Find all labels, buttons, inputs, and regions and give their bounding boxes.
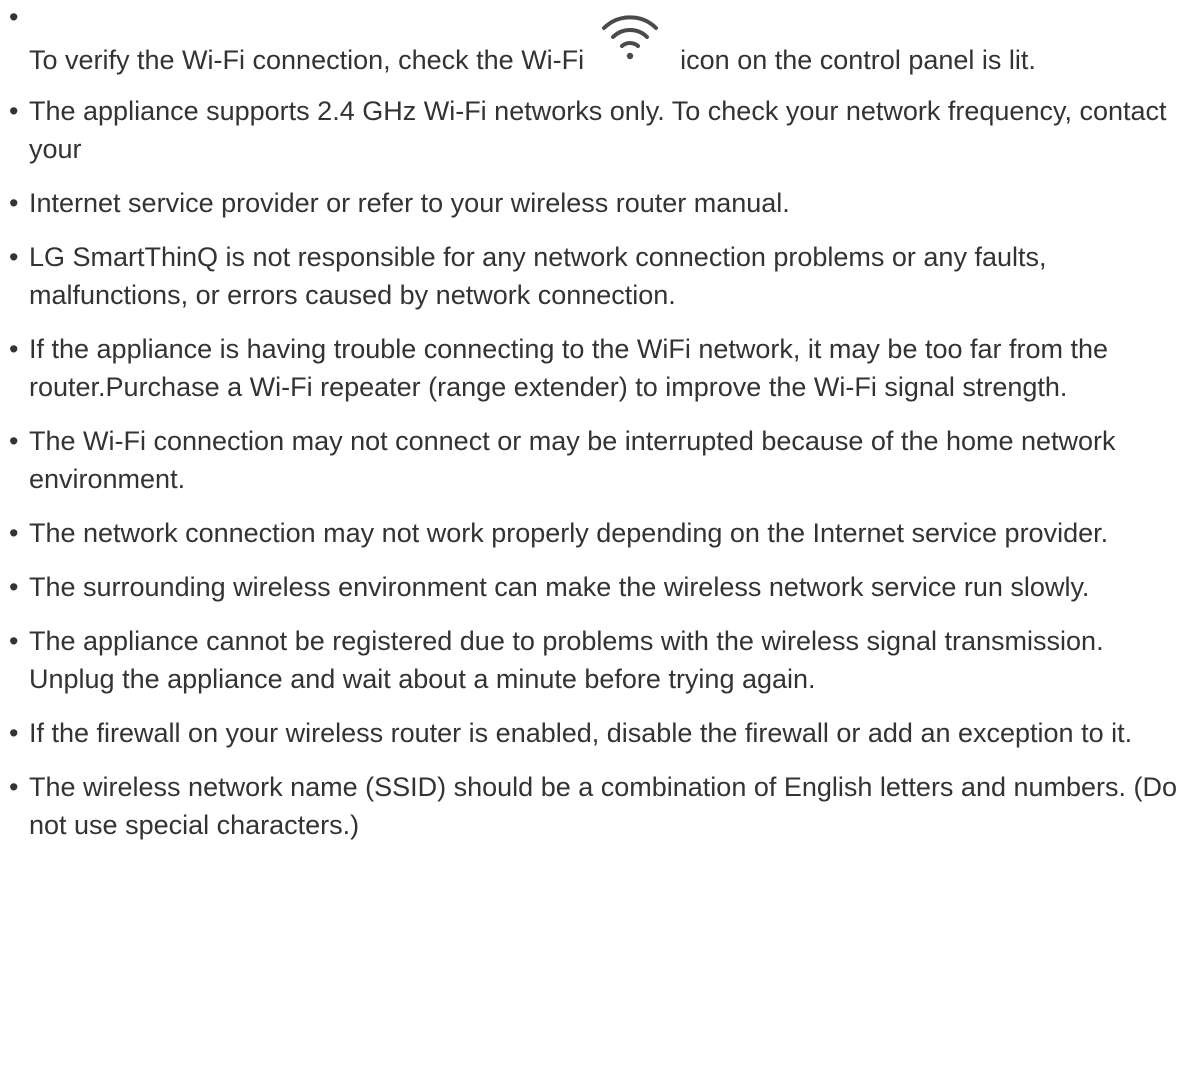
list-item-text: LG SmartThinQ is not responsible for any… xyxy=(29,242,1047,310)
list-item: • The network connection may not work pro… xyxy=(9,514,1189,552)
wifi-icon xyxy=(600,6,660,62)
list-item-text: The appliance cannot be registered due t… xyxy=(29,626,1104,694)
list-item: • The appliance cannot be registered due … xyxy=(9,622,1189,698)
list-item-text: The Wi-Fi connection may not connect or … xyxy=(29,426,1116,494)
bullet: • xyxy=(9,518,19,548)
list-item: • The Wi-Fi connection may not connect or… xyxy=(9,422,1189,498)
list-item: • The surrounding wireless environment ca… xyxy=(9,568,1189,606)
list-item-text: Internet service provider or refer to yo… xyxy=(29,188,790,218)
bullet: • xyxy=(9,572,19,602)
list-item-text: The wireless network name (SSID) should … xyxy=(29,772,1178,840)
first-item-text-after: icon on the control panel is lit. xyxy=(680,45,1036,75)
bullet: • xyxy=(9,96,19,126)
list-item: • If the firewall on your wireless router… xyxy=(9,714,1189,752)
bullet-list: • The appliance supports 2.4 GHz Wi-Fi ne… xyxy=(9,92,1189,860)
bullet: • xyxy=(9,334,19,364)
list-item-text: The surrounding wireless environment can… xyxy=(29,572,1090,602)
bullet: • xyxy=(9,242,19,272)
list-item-text: The appliance supports 2.4 GHz Wi-Fi net… xyxy=(29,96,1167,164)
list-item: • The appliance supports 2.4 GHz Wi-Fi ne… xyxy=(9,92,1189,168)
list-item: • LG SmartThinQ is not responsible for an… xyxy=(9,238,1189,314)
list-item: • The wireless network name (SSID) should… xyxy=(9,768,1189,844)
list-item-text: If the firewall on your wireless router … xyxy=(29,718,1133,748)
bullet: • xyxy=(9,2,19,32)
bullet: • xyxy=(9,626,19,656)
list-item: • If the appliance is having trouble conn… xyxy=(9,330,1189,406)
list-item: • Internet service provider or refer to y… xyxy=(9,184,1189,222)
first-list-item: To verify the Wi-Fi connection, check th… xyxy=(29,15,1036,76)
bullet: • xyxy=(9,718,19,748)
list-item-text: The network connection may not work prop… xyxy=(29,518,1109,548)
bullet: • xyxy=(9,188,19,218)
bullet: • xyxy=(9,772,19,802)
first-item-text-before: To verify the Wi-Fi connection, check th… xyxy=(29,45,585,75)
list-item-text: If the appliance is having trouble conne… xyxy=(29,334,1109,402)
document-page: • To verify the Wi-Fi connection, check … xyxy=(0,0,1190,1066)
bullet: • xyxy=(9,426,19,456)
